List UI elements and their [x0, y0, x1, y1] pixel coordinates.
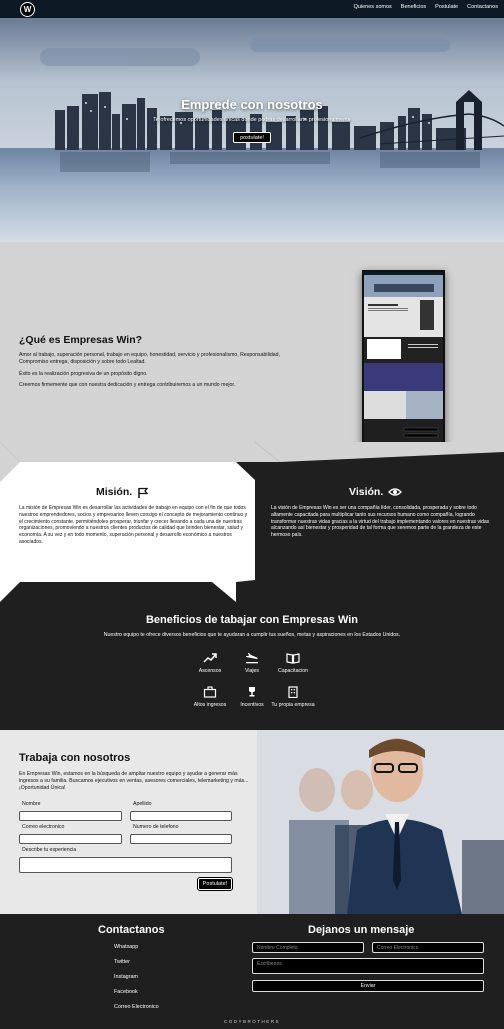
nav-link-quienes-somos[interactable]: Quienes somos: [354, 4, 392, 10]
benefit-capacitacion: Capacitacion: [268, 652, 318, 675]
about-title: ¿Qué es Empresas Win?: [19, 334, 143, 346]
vision-title: Visión.: [349, 486, 403, 498]
nav-link-beneficios[interactable]: Beneficios: [401, 4, 426, 10]
contact-title: Contactanos: [98, 924, 165, 936]
benefit-label: Tu propia empresa: [271, 702, 315, 708]
work-text: En Empresas Win, estamos en la búsqueda …: [19, 771, 249, 791]
benefit-label: Capacitacion: [278, 668, 308, 674]
mision-title: Misión.: [96, 486, 149, 498]
mision-text: La misión de Empresas Win es desarrollar…: [19, 505, 248, 545]
about-paragraph: Amor al trabajo, superación personal, tr…: [19, 352, 280, 365]
mision-title-text: Misión.: [96, 486, 133, 498]
nombre-input[interactable]: [19, 811, 122, 821]
business-team-photo: [257, 730, 504, 914]
copyright: CODYBROTHERS: [223, 1019, 280, 1024]
experiencia-input[interactable]: [19, 857, 232, 873]
hero-subtitle: Te ofrecemos oportunidades únicas donde …: [153, 117, 351, 123]
telefono-label: Numero de telefono: [133, 824, 179, 830]
vision-title-text: Visión.: [349, 486, 384, 498]
send-button[interactable]: Enviar: [252, 980, 484, 992]
hero-title: Emprede con nosotros: [181, 97, 323, 112]
trophy-icon: [249, 687, 255, 697]
city-skyline-image: [0, 18, 504, 242]
page: W Quienes somos Beneficios Postulate Con…: [0, 0, 504, 1029]
instagram-link[interactable]: Instagram: [114, 974, 138, 980]
telefono-input[interactable]: [130, 834, 232, 844]
hero-banner: Emprede con nosotros Te ofrecemos oportu…: [0, 18, 504, 242]
trending-up-icon: [203, 653, 217, 663]
about-paragraph: Creemos firmemente que con nuestra dedic…: [19, 382, 236, 388]
email-link[interactable]: Correo Electronico: [114, 1004, 159, 1010]
work-title: Trabaja con nosotros: [19, 752, 131, 764]
nav-links: Quienes somos Beneficios Postulate Conta…: [354, 4, 498, 10]
benefit-tu-propia-empresa: Tu propia empresa: [268, 686, 318, 709]
correo-label: Correo electronico: [22, 824, 65, 830]
mission-vision-section: Misión. La misión de Empresas Win es des…: [0, 442, 504, 602]
top-navbar: W Quienes somos Beneficios Postulate Con…: [0, 0, 504, 18]
about-section: ¿Qué es Empresas Win? Amor al trabajo, s…: [0, 242, 504, 456]
flag-icon: [138, 487, 149, 498]
book-icon: [286, 653, 300, 664]
about-paragraph: Éxito es la realización progresiva de un…: [19, 371, 148, 377]
correo-input[interactable]: [19, 834, 122, 844]
work-with-us-section: Trabaja con nosotros En Empresas Win, es…: [0, 730, 504, 914]
vision-text: La visión de Empresas Win es ser una com…: [271, 505, 490, 539]
nav-link-postulate[interactable]: Postulate: [435, 4, 458, 10]
full-name-input[interactable]: Nombre Completo: [252, 942, 364, 953]
logo[interactable]: W: [20, 2, 35, 17]
email-input[interactable]: Correo Electronico: [372, 942, 484, 953]
website-mockup-image: [362, 270, 445, 451]
apellido-input[interactable]: [130, 811, 232, 821]
building-icon: [288, 686, 298, 698]
twitter-link[interactable]: Twitter: [114, 959, 130, 965]
message-title: Dejanos un mensaje: [308, 924, 415, 936]
whatsapp-link[interactable]: Whatsapp: [114, 944, 138, 950]
benefits-title: Beneficios de tabajar con Empresas Win: [145, 614, 359, 626]
postulate-submit-button[interactable]: Postulate!: [197, 877, 233, 891]
apellido-label: Apellido: [133, 801, 152, 807]
briefcase-icon: [203, 686, 217, 698]
airplane-icon: [246, 653, 258, 664]
eye-icon: [388, 488, 403, 496]
benefits-section: Beneficios de tabajar con Empresas Win N…: [0, 602, 504, 730]
experiencia-label: Describe tu experiencia: [22, 847, 77, 853]
nombre-label: Nombre: [22, 801, 41, 807]
nav-link-contactanos[interactable]: Contactanos: [467, 4, 498, 10]
postulate-hero-button[interactable]: postulate!: [233, 132, 271, 143]
message-input[interactable]: Escribenos: [252, 958, 484, 974]
facebook-link[interactable]: Facebook: [114, 989, 138, 995]
benefits-subtitle: Nuestro equipo te ofrece diversos benefi…: [103, 632, 401, 638]
